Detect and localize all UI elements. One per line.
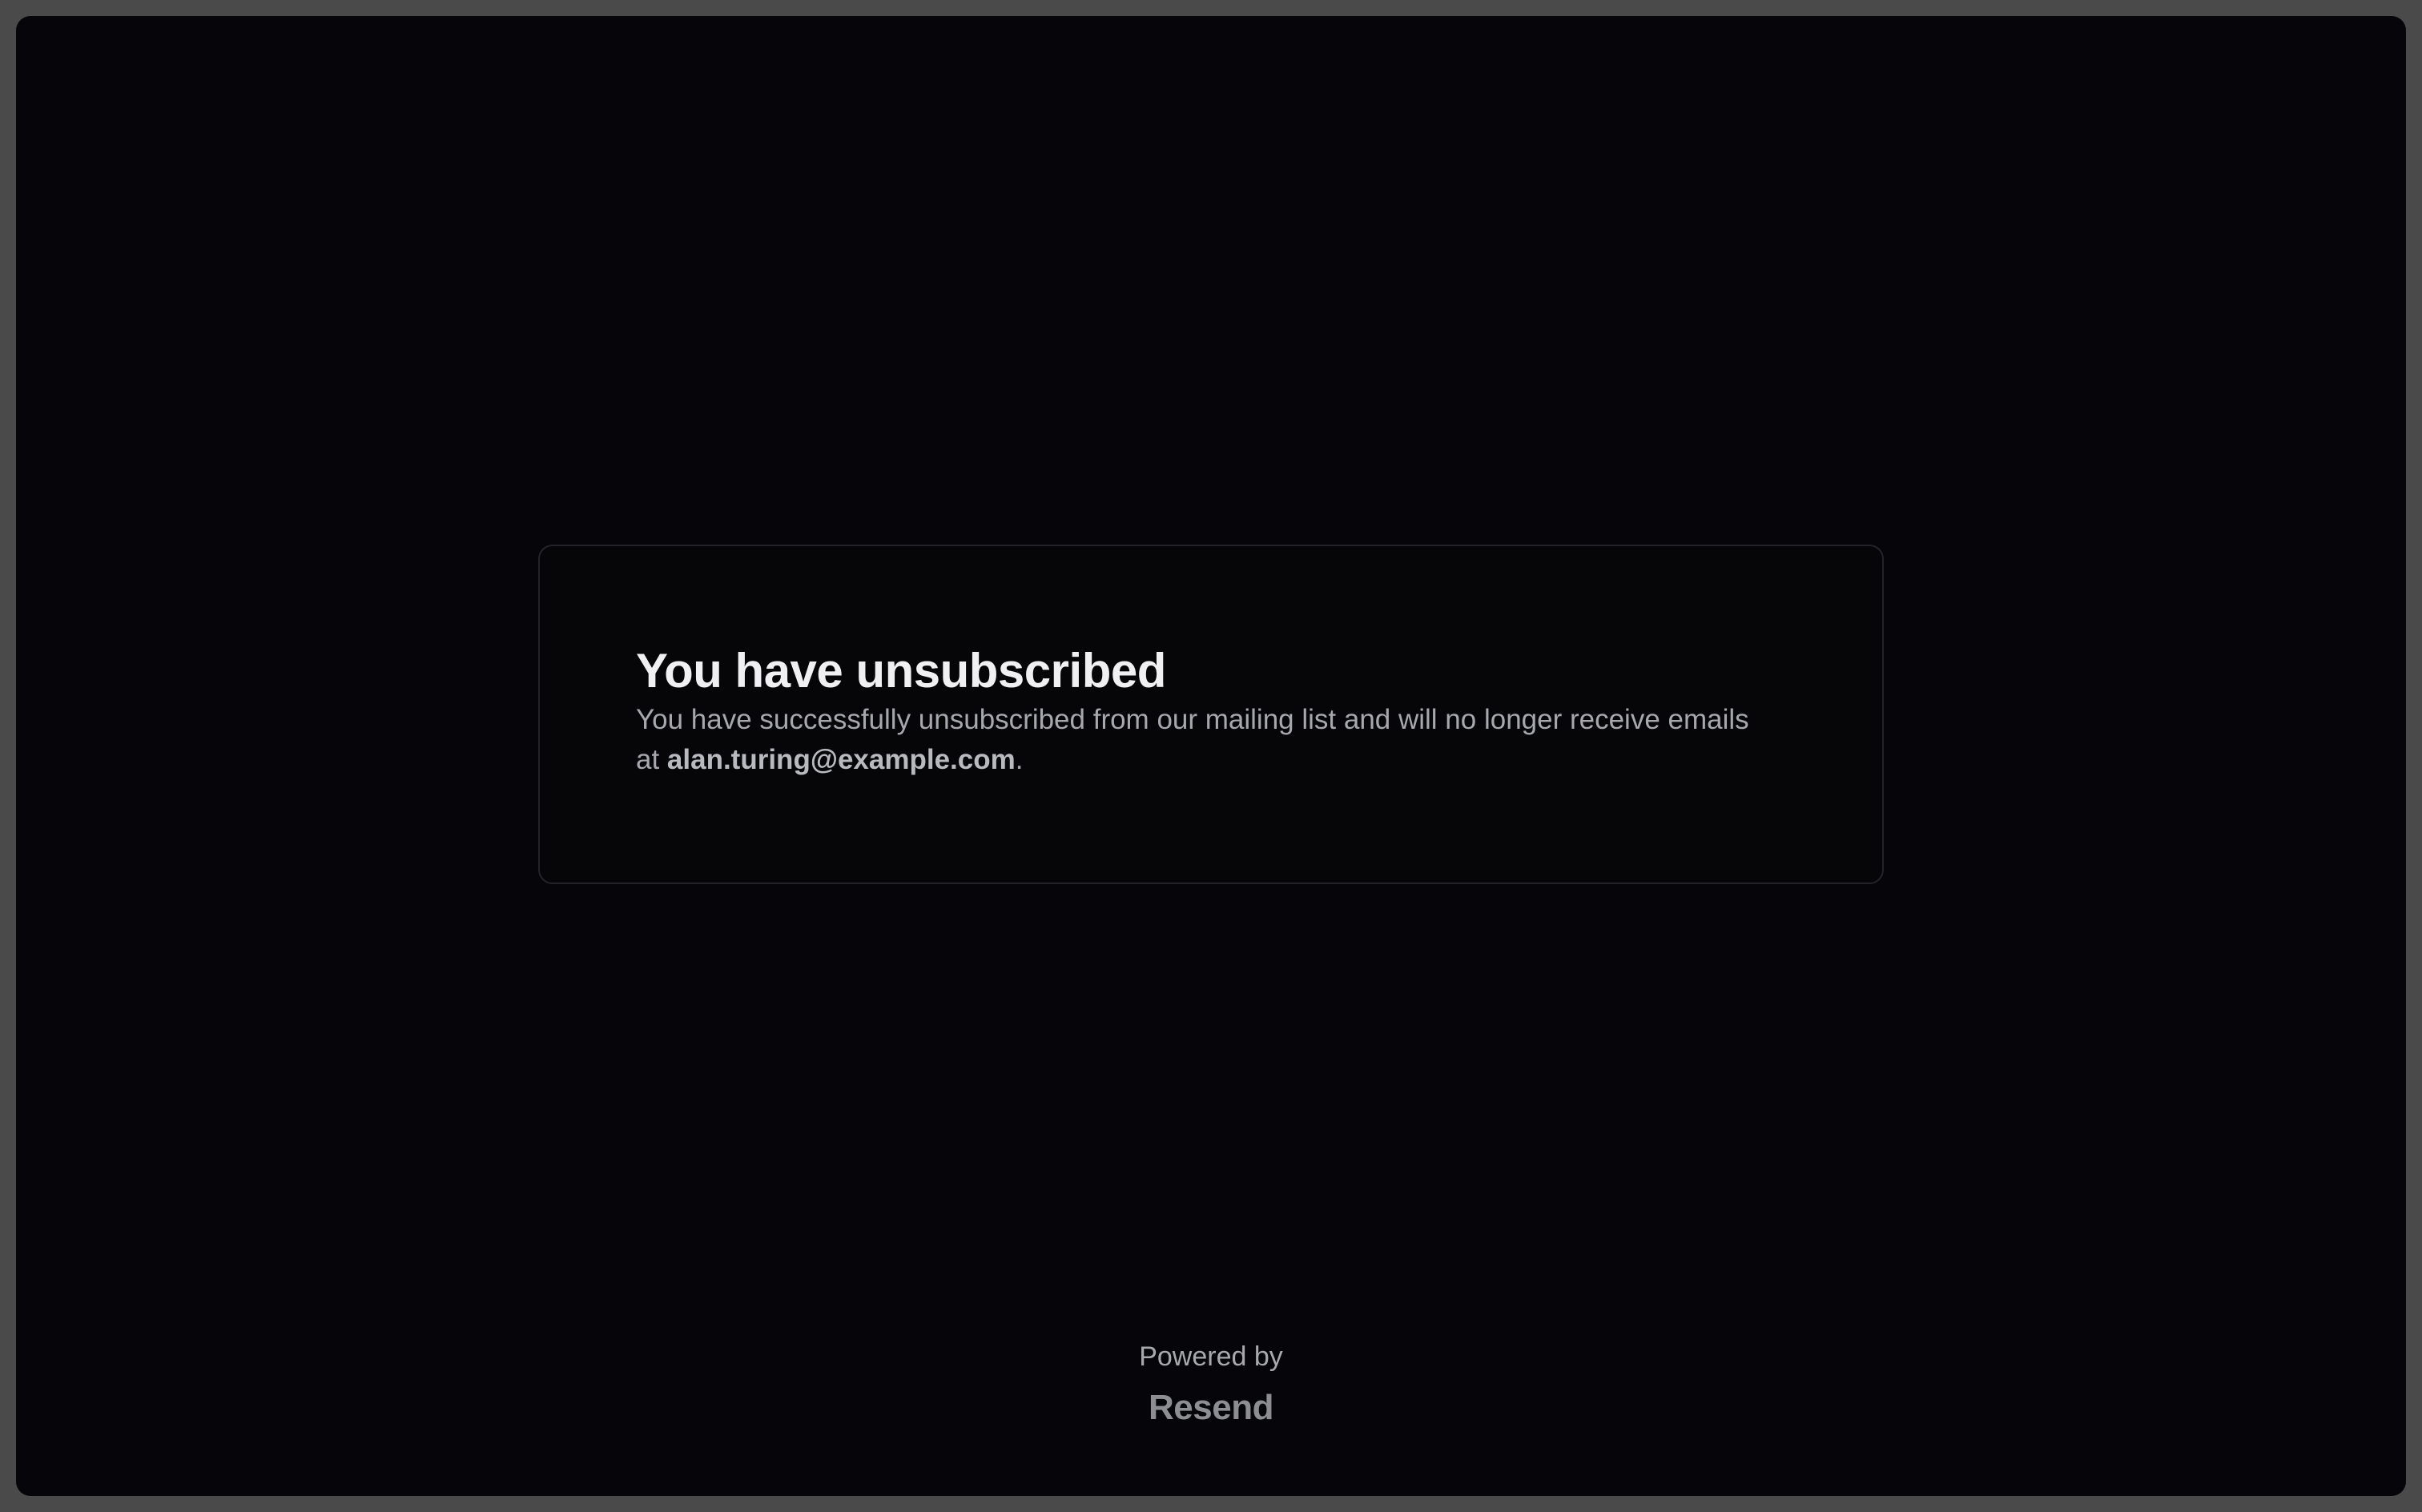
page-background: You have unsubscribed You have successfu… <box>16 16 2406 1496</box>
powered-by-text: Powered by <box>1139 1341 1283 1372</box>
email-address: alan.turing@example.com <box>666 744 1016 775</box>
card-content: You have unsubscribed You have successfu… <box>636 642 1773 780</box>
message-suffix: . <box>1015 744 1024 775</box>
resend-logo-link[interactable]: Resend <box>1149 1387 1273 1429</box>
page-title: You have unsubscribed <box>636 644 1166 698</box>
device-frame: You have unsubscribed You have successfu… <box>0 0 2422 1512</box>
unsubscribe-message: You have successfully unsubscribed from … <box>636 700 1773 780</box>
unsubscribe-card: You have unsubscribed You have successfu… <box>538 545 1884 884</box>
footer: Powered by Resend <box>16 1339 2406 1429</box>
